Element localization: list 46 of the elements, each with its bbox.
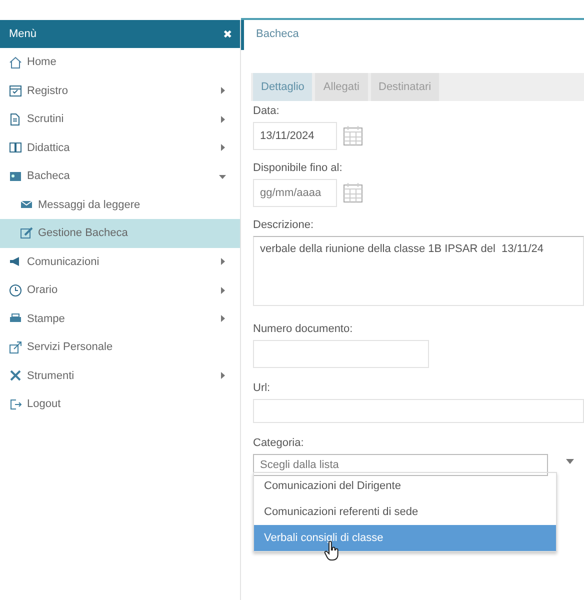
- menu-item[interactable]: Home: [0, 48, 240, 76]
- field-label: Descrizione:: [253, 219, 315, 231]
- clock-icon: [9, 284, 22, 297]
- field-label: Categoria:: [253, 437, 305, 449]
- menu-item[interactable]: Logout: [0, 390, 240, 418]
- menu-item[interactable]: Bacheca: [0, 162, 240, 190]
- page-title: Bacheca: [241, 20, 584, 50]
- calendar-icon[interactable]: [343, 183, 363, 203]
- pencil-icon: [20, 226, 33, 240]
- wrench-icon: [9, 369, 22, 382]
- input-field[interactable]: [253, 399, 584, 423]
- date-field[interactable]: gg/mm/aaaa: [253, 179, 337, 207]
- menu-title: Menù: [9, 28, 37, 40]
- close-button[interactable]: ✖: [223, 28, 232, 40]
- pointer-icon: [324, 541, 340, 561]
- calendar-icon[interactable]: [343, 126, 363, 146]
- menu-item[interactable]: Servizi Personale: [0, 333, 240, 362]
- dropdown-option[interactable]: Comunicazioni del Dirigente: [254, 473, 556, 499]
- category-select[interactable]: Scegli dalla lista: [253, 454, 548, 476]
- field-label: Data:: [253, 105, 280, 117]
- dropdown-option[interactable]: Comunicazioni referenti di sede: [254, 499, 556, 525]
- menu-item[interactable]: Comunicazioni: [0, 248, 240, 276]
- menu-item[interactable]: Didattica: [0, 134, 240, 162]
- book-icon: [9, 141, 22, 154]
- date-field[interactable]: 13/11/2024: [253, 122, 337, 150]
- board-icon: [9, 170, 22, 183]
- menu-item[interactable]: Messaggi da leggere: [0, 190, 240, 219]
- house-icon: [9, 56, 22, 69]
- megaphone-icon: [9, 255, 22, 268]
- menu-item[interactable]: Gestione Bacheca: [0, 219, 240, 248]
- calendar-icon: [9, 84, 22, 98]
- share-icon: [9, 340, 22, 354]
- dropdown-option[interactable]: Verbali consigli di classe: [254, 525, 556, 551]
- input-field[interactable]: [253, 340, 429, 368]
- field-label: Numero documento:: [253, 323, 354, 335]
- field-label: Url:: [253, 382, 272, 394]
- menu-item[interactable]: Scrutini: [0, 105, 240, 134]
- menu-item[interactable]: Orario: [0, 276, 240, 304]
- exit-icon: [9, 398, 22, 411]
- menu-item[interactable]: Registro: [0, 76, 240, 105]
- description-field[interactable]: verbale della riunione della classe 1B IPSAR del 13/11/24: [253, 236, 584, 306]
- document-icon: [9, 112, 22, 126]
- menu-item[interactable]: Strumenti: [0, 362, 240, 390]
- field-label: Disponibile fino al:: [253, 162, 344, 174]
- caret-icon[interactable]: [566, 458, 574, 464]
- menu-item[interactable]: Stampe: [0, 304, 240, 333]
